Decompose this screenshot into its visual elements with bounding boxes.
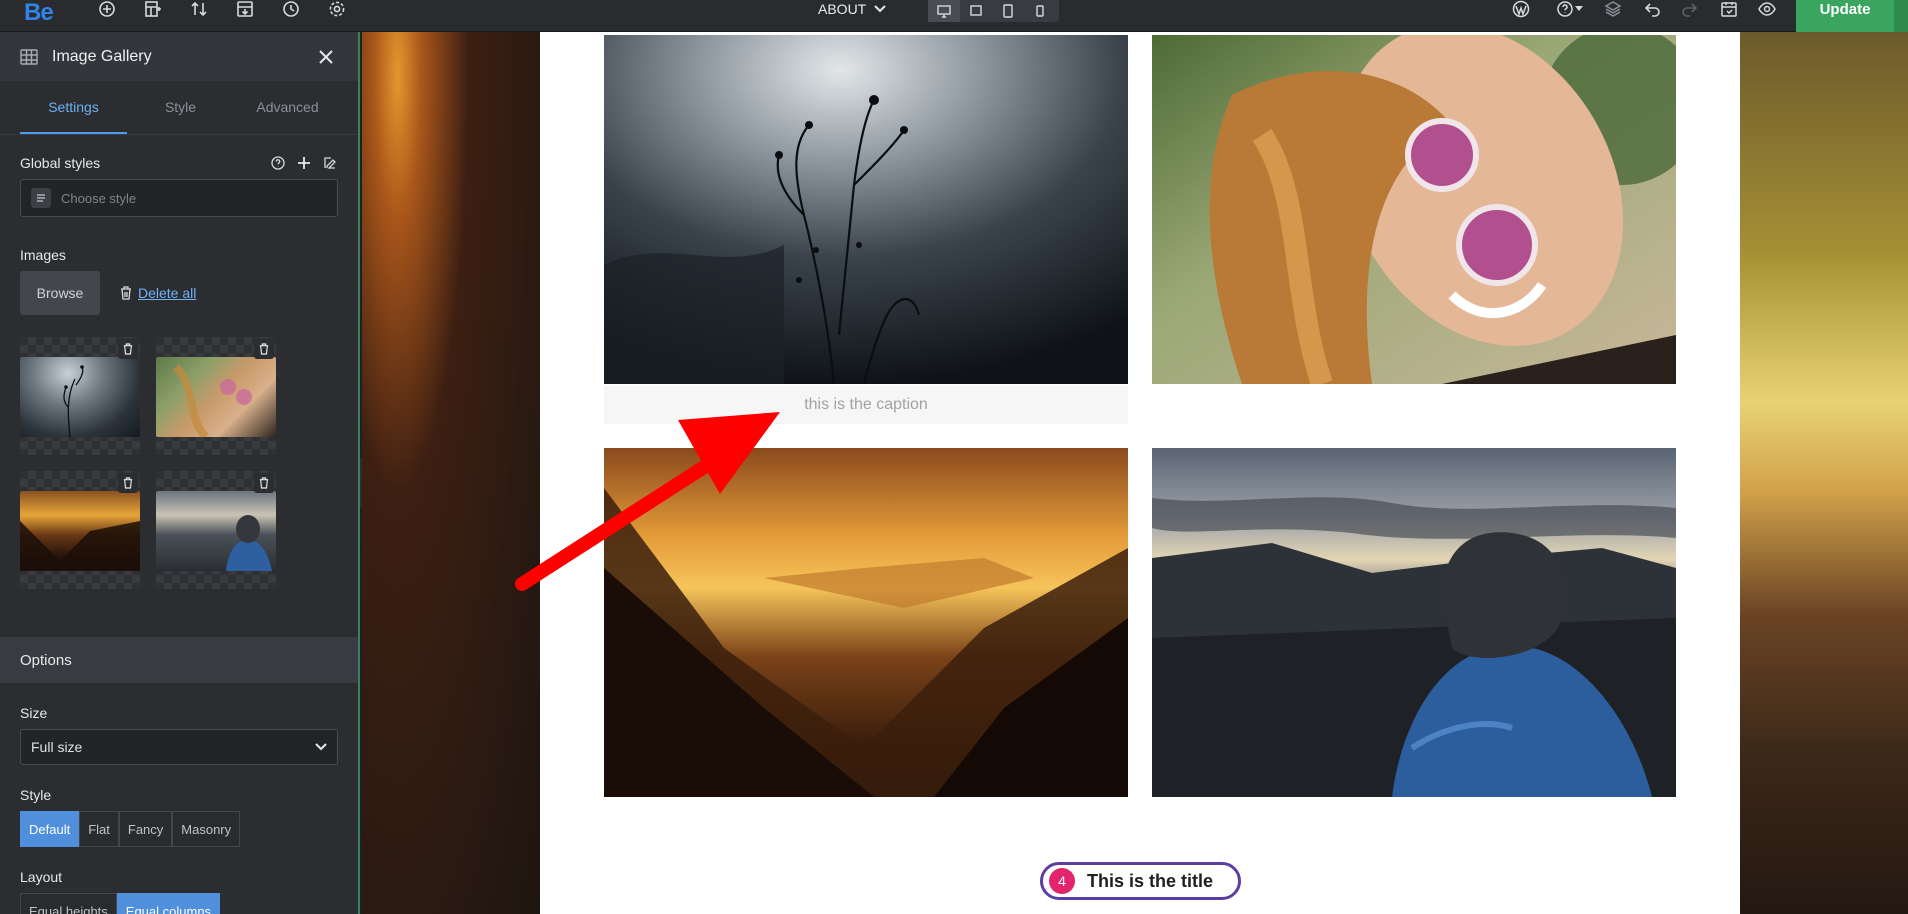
layout-option-equal-columns[interactable]: Equal columns (116, 893, 221, 914)
sort-icon[interactable] (182, 0, 216, 18)
update-button[interactable]: Update (1796, 0, 1894, 32)
global-style-field[interactable] (20, 179, 338, 217)
thumbnail-delete-icon[interactable] (254, 339, 274, 359)
gallery-grid-icon (20, 48, 38, 65)
top-toolbar: Be ABOUT Update (0, 0, 1908, 32)
desktop-icon[interactable] (928, 0, 960, 22)
help-icon[interactable] (270, 155, 286, 171)
edit-style-icon[interactable] (322, 155, 338, 171)
thumbnail-mountains[interactable] (20, 471, 140, 589)
style-option-fancy[interactable]: Fancy (118, 811, 173, 847)
thumbnail-flower[interactable] (20, 337, 140, 455)
sidebar-tabs: Settings Style Advanced (0, 81, 358, 135)
gallery-image-hiker[interactable] (1152, 448, 1676, 797)
undo-icon[interactable] (1636, 0, 1670, 18)
device-switcher (928, 0, 1059, 22)
editor-canvas (362, 32, 1908, 914)
image-caption: this is the caption (604, 386, 1128, 424)
wordpress-icon[interactable] (1504, 0, 1538, 18)
global-styles-label: Global styles (20, 155, 101, 171)
size-select[interactable]: Full size (20, 729, 338, 765)
settings-icon[interactable] (320, 0, 354, 18)
title-text: This is the title (1087, 870, 1214, 891)
style-option-flat[interactable]: Flat (79, 811, 119, 847)
add-section-icon[interactable] (136, 0, 170, 18)
thumbnail-woman[interactable] (156, 337, 276, 455)
trash-icon (121, 286, 131, 300)
redo-icon[interactable] (1672, 0, 1706, 18)
tab-advanced[interactable]: Advanced (234, 81, 341, 134)
update-options-button[interactable] (1894, 0, 1908, 32)
thumbnail-delete-icon[interactable] (118, 473, 138, 493)
section-background-right (1740, 32, 1908, 914)
gallery-image-woman[interactable] (1152, 35, 1676, 384)
settings-sidebar: Image Gallery Settings Style Advanced Gl… (0, 32, 360, 914)
close-icon[interactable] (314, 45, 338, 69)
section-background-left (362, 32, 540, 914)
images-label: Images (20, 247, 66, 263)
layout-option-equal-heights[interactable]: Equal heights (20, 893, 117, 914)
thumbnail-hiker[interactable] (156, 471, 276, 589)
preview-icon[interactable] (1750, 0, 1784, 18)
import-icon[interactable] (228, 0, 262, 18)
style-option-masonry[interactable]: Masonry (172, 811, 241, 847)
page-selector[interactable]: ABOUT (818, 0, 886, 18)
chevron-down-icon (315, 743, 327, 751)
image-thumbnails (20, 337, 338, 589)
layout-label: Layout (20, 869, 63, 885)
title-element[interactable]: 4 This is the title (1040, 862, 1241, 900)
size-label: Size (20, 705, 48, 721)
laptop-icon[interactable] (960, 0, 992, 22)
sidebar-header: Image Gallery (0, 32, 358, 81)
history-icon[interactable] (274, 0, 308, 18)
style-label: Style (20, 787, 52, 803)
tab-style[interactable]: Style (127, 81, 234, 134)
layers-icon[interactable] (1596, 0, 1630, 18)
gallery-image-mountains[interactable] (604, 448, 1128, 797)
tab-settings[interactable]: Settings (20, 81, 127, 134)
style-list-icon (31, 188, 51, 208)
page-selector-label: ABOUT (818, 1, 867, 17)
add-element-icon[interactable] (90, 0, 124, 18)
chevron-down-icon (874, 5, 886, 13)
gallery-image-flower[interactable] (604, 35, 1128, 384)
add-style-icon[interactable] (296, 155, 312, 171)
global-style-input[interactable] (61, 190, 301, 206)
delete-all-label: Delete all (138, 285, 197, 301)
mobile-icon[interactable] (1024, 0, 1056, 22)
calendar-icon[interactable] (1712, 0, 1746, 18)
thumbnail-delete-icon[interactable] (254, 473, 274, 493)
style-segmented-control: Default Flat Fancy Masonry (20, 811, 338, 847)
size-select-value: Full size (31, 739, 83, 755)
delete-all-link[interactable]: Delete all (120, 285, 196, 301)
options-section-header[interactable]: Options (0, 637, 358, 683)
help-icon[interactable] (1550, 0, 1590, 18)
browse-button[interactable]: Browse (20, 271, 100, 315)
title-number-badge: 4 (1049, 868, 1075, 894)
thumbnail-delete-icon[interactable] (118, 339, 138, 359)
app-logo[interactable]: Be (24, 0, 54, 27)
style-option-default[interactable]: Default (20, 811, 80, 847)
tablet-icon[interactable] (992, 0, 1024, 22)
layout-segmented-control: Equal heights Equal columns (20, 893, 338, 914)
sidebar-title: Image Gallery (52, 47, 152, 65)
